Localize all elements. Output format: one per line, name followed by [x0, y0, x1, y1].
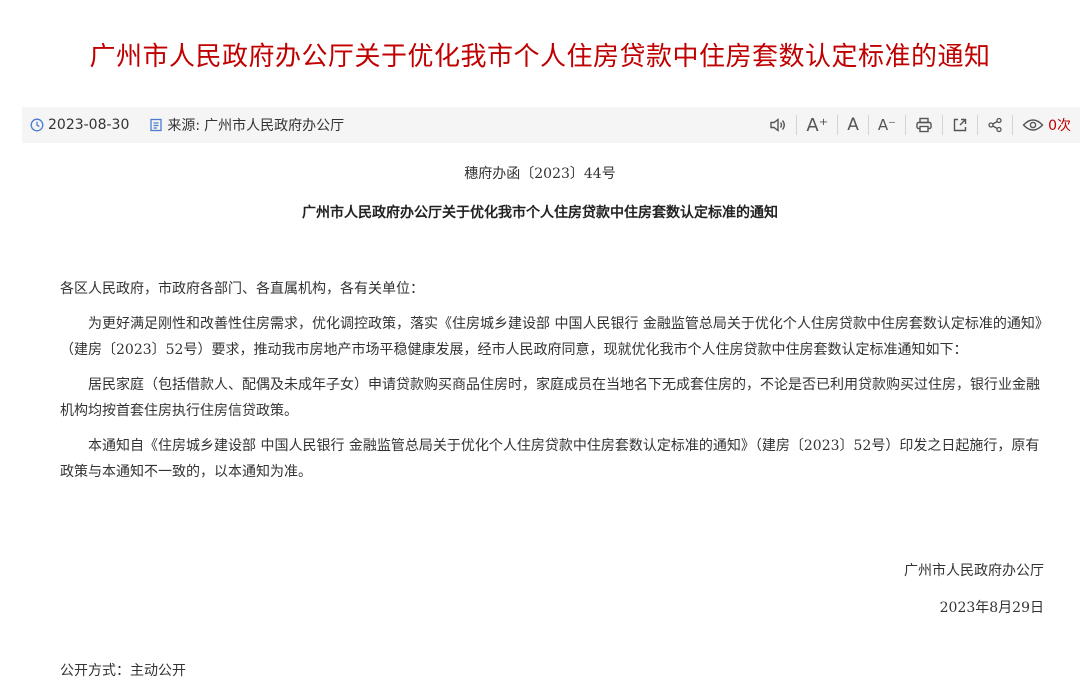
- disclosure-mode: 公开方式：主动公开: [60, 663, 186, 679]
- signer: 广州市人民政府办公厅: [904, 563, 1044, 579]
- font-decrease-button[interactable]: A⁻: [867, 115, 905, 135]
- document-icon: [149, 118, 163, 132]
- body-paragraph: 为更好满足刚性和改善性住房需求，优化调控政策，落实《住房城乡建设部 中国人民银行…: [60, 316, 1049, 358]
- read-aloud-button[interactable]: [760, 115, 796, 135]
- document-number: 穗府办函〔2023〕44号: [464, 166, 616, 182]
- sign-date: 2023年8月29日: [939, 600, 1044, 616]
- print-icon: [916, 117, 932, 133]
- view-count-value: 0次: [1048, 118, 1071, 134]
- share-icon: [988, 117, 1002, 133]
- speaker-icon: [770, 118, 786, 132]
- share-button[interactable]: [977, 115, 1012, 135]
- share-box-icon: [953, 118, 967, 132]
- page-title: 广州市人民政府办公厅关于优化我市个人住房贷款中住房套数认定标准的通知: [89, 42, 991, 72]
- print-button[interactable]: [905, 115, 942, 135]
- salutation: 各区人民政府，市政府各部门、各直属机构，各有关单位：: [60, 281, 424, 297]
- clock-icon: [30, 118, 44, 132]
- body-paragraph: 本通知自《住房城乡建设部 中国人民银行 金融监管总局关于优化个人住房贷款中住房套…: [60, 438, 1040, 480]
- article-toolbar: A⁺ A A⁻ 0次: [760, 107, 1080, 143]
- meta-info: 2023-08-30 来源: 广州市人民政府办公厅: [30, 107, 344, 143]
- share-box-button[interactable]: [942, 115, 977, 135]
- view-count: 0次: [1012, 115, 1080, 135]
- eye-icon: [1022, 119, 1044, 131]
- font-default-button[interactable]: A: [837, 115, 868, 135]
- publish-date: 2023-08-30: [48, 117, 130, 133]
- body-paragraph: 居民家庭（包括借款人、配偶及未成年子女）申请贷款购买商品住房时，家庭成员在当地名…: [60, 377, 1040, 419]
- article-meta-bar: 2023-08-30 来源: 广州市人民政府办公厅 A⁺ A A⁻ 0次: [22, 107, 1080, 143]
- source-label: 来源:: [167, 118, 201, 134]
- font-increase-button[interactable]: A⁺: [796, 115, 837, 136]
- document-body: 各区人民政府，市政府各部门、各直属机构，各有关单位： 为更好满足刚性和改善性住房…: [60, 276, 1050, 494]
- document-title: 广州市人民政府办公厅关于优化我市个人住房贷款中住房套数认定标准的通知: [302, 205, 778, 221]
- source-value: 广州市人民政府办公厅: [204, 118, 345, 134]
